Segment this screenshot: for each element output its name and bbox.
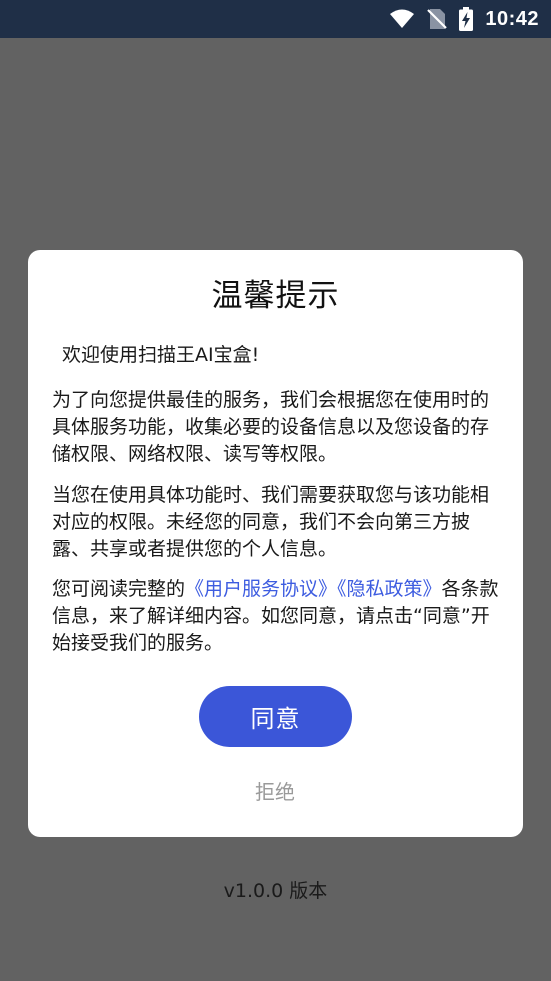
service-paragraph: 为了向您提供最佳的服务，我们会根据您在使用时的具体服务功能，收集必要的设备信息以… [52, 389, 490, 465]
status-bar: 10:42 [0, 0, 551, 38]
agreement-prefix: 您可阅读完整的 [52, 578, 186, 600]
user-agreement-link[interactable]: 《用户服务协议》 [185, 578, 337, 600]
agree-button[interactable]: 同意 [199, 686, 352, 747]
privacy-dialog: 温馨提示 欢迎使用扫描王AI宝盒! 为了向您提供最佳的服务，我们会根据您在使用时… [28, 250, 523, 837]
no-sim-icon [427, 8, 448, 30]
dialog-title: 温馨提示 [211, 278, 340, 314]
wifi-icon [389, 9, 415, 29]
version-label: v1.0.0 版本 [223, 880, 328, 902]
permission-paragraph: 当您在使用具体功能时、我们需要获取您与该功能相对应的权限。未经您的同意，我们不会… [52, 484, 490, 560]
agreement-paragraph: 您可阅读完整的《用户服务协议》《隐私政策》各条款信息，来了解详细内容。如您同意，… [52, 576, 504, 657]
welcome-text: 欢迎使用扫描王AI宝盒! [62, 344, 260, 366]
battery-charging-icon [459, 7, 474, 31]
privacy-policy-link[interactable]: 《隐私政策》 [337, 578, 442, 600]
status-icons: 10:42 [389, 0, 539, 38]
reject-button[interactable]: 拒绝 [225, 777, 325, 807]
clock-time: 10:42 [485, 8, 539, 30]
